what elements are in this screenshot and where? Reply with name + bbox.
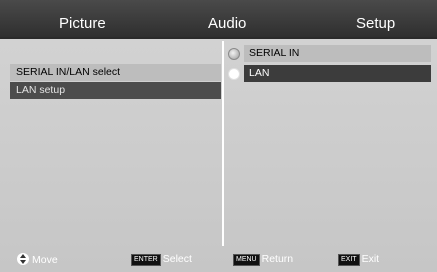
menu-item-serial-lan-select[interactable]: SERIAL IN/LAN select bbox=[10, 64, 221, 81]
footer-select-hint: ENTER Select bbox=[131, 253, 192, 266]
tab-audio[interactable]: Audio bbox=[208, 15, 246, 32]
panel-divider bbox=[222, 41, 224, 246]
footer-exit-label: Exit bbox=[361, 253, 380, 265]
tab-bar: Picture Audio Setup bbox=[0, 0, 437, 39]
option-lan[interactable]: LAN bbox=[244, 65, 431, 82]
footer-return-hint: MENU Return bbox=[233, 253, 293, 266]
footer-exit-hint: EXIT Exit bbox=[338, 253, 379, 266]
exit-key-icon: EXIT bbox=[338, 254, 360, 266]
menu-item-lan-setup[interactable]: LAN setup bbox=[10, 82, 221, 99]
dpad-icon bbox=[17, 253, 29, 265]
radio-lan-selected-icon[interactable] bbox=[228, 68, 240, 80]
footer-select-label: Select bbox=[162, 253, 192, 265]
footer-move-label: Move bbox=[32, 254, 58, 266]
osd-menu: Picture Audio Setup SERIAL IN/LAN select… bbox=[0, 0, 437, 272]
footer-return-label: Return bbox=[261, 253, 294, 265]
radio-serial-in-icon[interactable] bbox=[228, 48, 240, 60]
tab-picture[interactable]: Picture bbox=[59, 15, 106, 32]
footer-move-hint: Move bbox=[17, 253, 58, 266]
option-serial-in[interactable]: SERIAL IN bbox=[244, 45, 431, 62]
tab-setup[interactable]: Setup bbox=[356, 15, 395, 32]
enter-key-icon: ENTER bbox=[131, 254, 161, 266]
menu-key-icon: MENU bbox=[233, 254, 260, 266]
